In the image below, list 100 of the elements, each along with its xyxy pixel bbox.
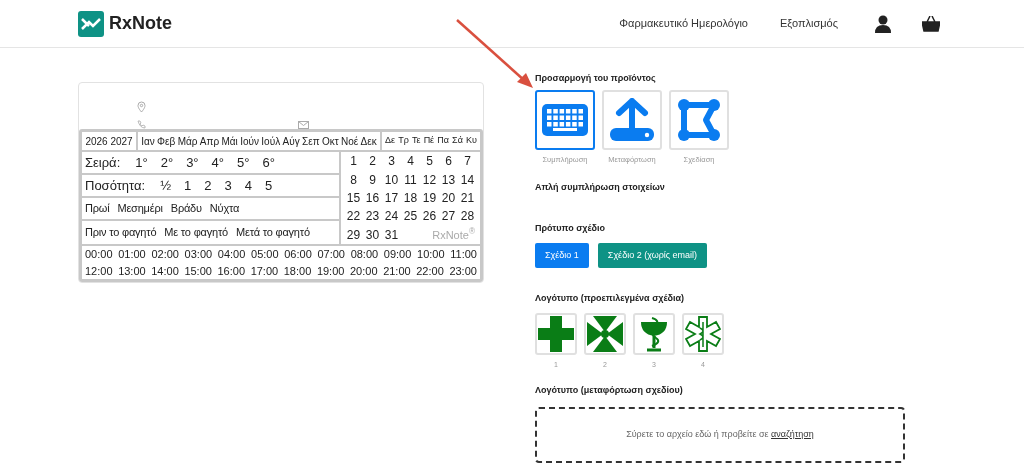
brand-mark: RxNote$^{®}$	[431, 226, 476, 243]
month-label: Αύγ	[282, 134, 300, 149]
logo-icon	[78, 10, 104, 37]
month-label: Δεκ	[360, 134, 377, 149]
option-label: Πριν το φαγητό	[85, 227, 157, 238]
section-title: Λογότυπο (προεπιλεγμένα σχέδια)	[535, 292, 686, 306]
hour-label: 12:00	[85, 263, 113, 279]
hour-label: 04:00	[217, 247, 246, 262]
hour-label: 09:00	[383, 247, 412, 262]
option-label: 2	[204, 179, 212, 192]
hour-label: 13:00	[118, 263, 146, 279]
mode-tile[interactable]	[535, 90, 595, 150]
option-label: ½	[160, 179, 171, 192]
hour-label: 10:00	[417, 247, 445, 262]
weekday-label: Πα	[437, 134, 449, 148]
hour-label: 22:00	[416, 263, 444, 279]
logo-tile[interactable]	[584, 312, 626, 355]
hour-label: 23:00	[449, 263, 477, 279]
logo-tile[interactable]	[535, 312, 577, 355]
option-label: 4	[244, 179, 252, 192]
month-label: Μάι	[221, 134, 238, 149]
month-label: Φεβ	[157, 134, 176, 149]
weekday-label: Δε	[385, 134, 396, 148]
row-label: Σειρά:	[85, 156, 121, 169]
option-label: 1	[184, 179, 192, 192]
hour-label: 11:00	[450, 247, 477, 262]
day-number: 10	[383, 171, 400, 189]
day-number: 8	[349, 171, 358, 189]
month-label: Σεπ	[302, 134, 320, 149]
option-label: Βράδυ	[170, 203, 202, 214]
option-label: Πρωί	[85, 203, 110, 214]
logo-tile[interactable]	[633, 312, 675, 355]
option-label: Με το φαγητό	[164, 227, 228, 238]
upload-icon	[609, 98, 655, 142]
day-number: 16	[364, 190, 381, 207]
nav-link[interactable]: Φαρμακευτικό Ημερολόγιο	[619, 15, 748, 32]
day-number: 28	[459, 208, 476, 226]
month-label: Οκτ	[321, 134, 339, 149]
vector-shape-icon	[677, 98, 721, 142]
hour-label: 15:00	[184, 263, 212, 279]
weekday-label: Κυ	[466, 134, 477, 148]
option-label: Νύχτα	[209, 203, 240, 214]
option-label: 5°	[237, 156, 250, 169]
hour-label: 20:00	[350, 263, 378, 279]
day-number: 1	[349, 153, 358, 171]
day-number: 30	[364, 226, 381, 244]
option-label: 5	[264, 179, 273, 192]
phone-icon	[137, 120, 146, 129]
template-button[interactable]: Σχέδιο 2 (χωρίς email)	[597, 243, 708, 269]
month-label: Ιούλ	[261, 134, 281, 149]
day-number: 19	[421, 190, 438, 207]
user-icon[interactable]	[874, 14, 892, 33]
template-button[interactable]: Σχέδιο 1	[535, 243, 589, 269]
month-label: Ιούν	[240, 134, 259, 149]
day-number: 12	[421, 171, 438, 189]
weekday-label: Τε	[411, 134, 421, 148]
option-label: Μεσημέρι	[117, 203, 163, 214]
day-number: 2	[368, 153, 377, 171]
section-title: Λογότυπο (μεταφόρτωση σχεδίου)	[535, 384, 684, 398]
day-number: 5	[425, 153, 434, 171]
day-number: 27	[440, 208, 457, 226]
option-label: 1°	[135, 156, 148, 169]
day-number: 23	[364, 208, 381, 226]
day-number: 14	[459, 171, 476, 189]
hour-label: 06:00	[284, 247, 312, 262]
year-label: 2027	[110, 134, 133, 149]
hour-label: 05:00	[251, 247, 279, 262]
hour-label: 07:00	[317, 247, 345, 262]
option-label: 4°	[211, 156, 224, 169]
option-label: 6°	[262, 156, 275, 169]
logo-tile[interactable]	[682, 312, 724, 355]
browse-link[interactable]: αναζήτηση	[771, 429, 814, 439]
day-number: 29	[345, 226, 362, 244]
cross-pattee-icon	[587, 315, 623, 352]
hour-label: 02:00	[151, 247, 179, 262]
month-label: Μάρ	[177, 134, 198, 149]
day-number: 18	[402, 190, 419, 207]
nav-link[interactable]: Εξοπλισμός	[780, 15, 838, 32]
hour-label: 21:00	[383, 263, 411, 279]
upload-instructions: Σύρετε το αρχείο εδώ ή προβείτε σε αναζήτηση	[626, 428, 814, 441]
location-pin-icon	[137, 101, 146, 113]
month-label: Ιαν	[141, 134, 155, 149]
day-number: 25	[402, 208, 419, 226]
hour-label: 16:00	[217, 263, 246, 279]
month-label: Νοέ	[341, 134, 359, 149]
hour-label: 14:00	[151, 263, 179, 279]
day-number: 24	[383, 208, 400, 226]
envelope-icon	[298, 121, 309, 129]
day-number: 15	[345, 190, 362, 207]
basket-icon[interactable]	[922, 15, 940, 32]
day-number: 7	[463, 153, 472, 171]
upload-dropzone[interactable]: Σύρετε το αρχείο εδώ ή προβείτε σε αναζήτηση	[535, 406, 905, 463]
hour-label: 08:00	[350, 247, 379, 262]
weekday-label: Τρ	[398, 134, 409, 148]
day-number: 11	[403, 171, 418, 189]
hour-label: 18:00	[283, 263, 312, 279]
day-number: 3	[387, 153, 396, 171]
hour-label: 19:00	[316, 263, 345, 279]
logo-text[interactable]: RxNote	[109, 10, 172, 37]
day-number: 4	[406, 153, 415, 171]
